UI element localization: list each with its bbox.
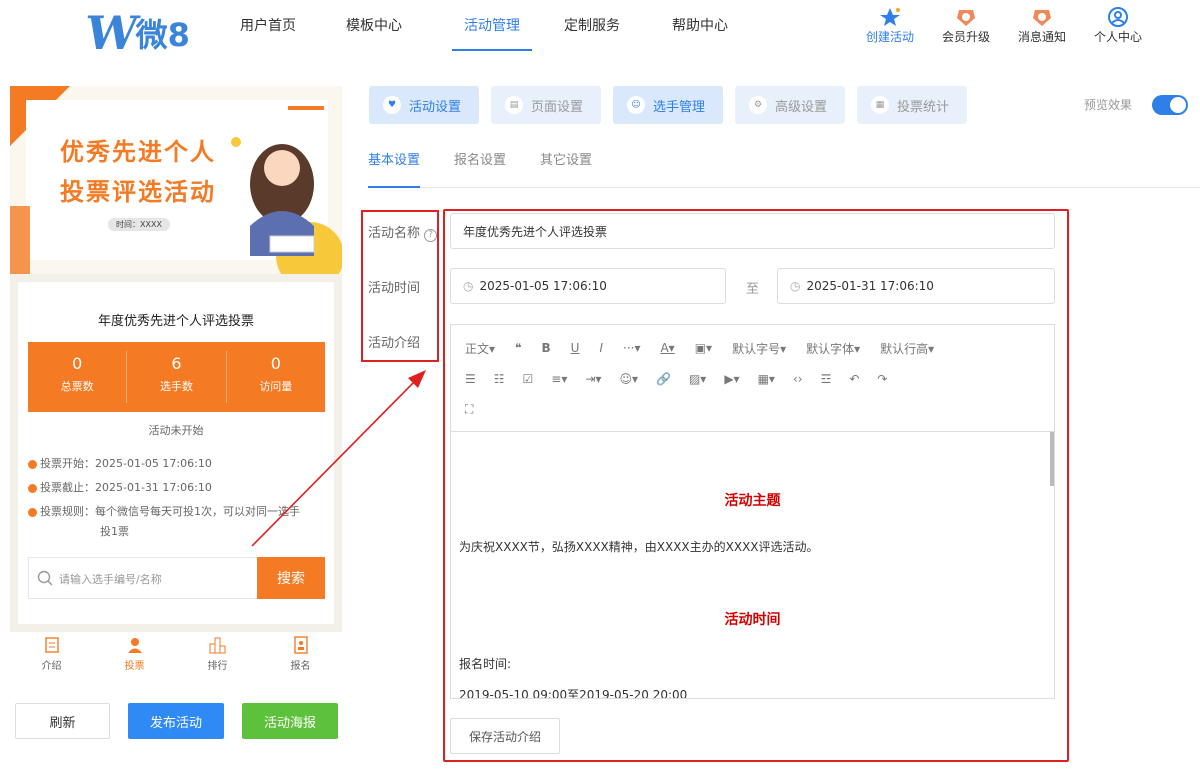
activity-title: 年度优秀先进个人评选投票	[97, 314, 254, 329]
activity-banner: 优秀先进个人 投票评选活动 时间：XXXX	[10, 86, 342, 274]
user-icon	[1080, 6, 1156, 28]
annotation-arrow	[251, 370, 426, 547]
logo-text: 微8	[135, 16, 190, 54]
dot-icon	[28, 507, 37, 517]
banner-title-line2: 投票评选活动	[60, 178, 216, 206]
logo-mark: W	[82, 6, 136, 60]
notifications-button[interactable]: 消息通知	[1004, 6, 1080, 45]
preview-toggle[interactable]	[1152, 95, 1188, 115]
contestant-icon: ☺	[627, 96, 645, 114]
main-nav: 用户首页 模板中心 活动管理 定制服务 帮助中心	[238, 0, 730, 52]
advanced-icon: ⚙	[749, 96, 767, 114]
tab-vote[interactable]: 投票	[93, 632, 176, 676]
tab-activity-settings[interactable]: ♥ 活动设置	[369, 86, 479, 124]
subtab-basic[interactable]: 基本设置	[368, 150, 421, 188]
dot-icon	[28, 483, 37, 493]
preview-tabbar: 介绍 投票 排行 报名	[10, 632, 342, 676]
search-input[interactable]: 请输入选手编号/名称	[59, 571, 162, 587]
signup-icon	[293, 636, 308, 654]
vote-start: 投票开始：2025-01-05 17:06:10	[28, 452, 212, 476]
create-activity-button[interactable]: 创建活动	[852, 6, 928, 45]
tab-signup[interactable]: 报名	[259, 632, 342, 676]
document-icon	[44, 637, 59, 653]
search-icon	[37, 570, 53, 586]
dot-icon	[28, 459, 37, 469]
stat-total-votes: 0 总票数	[28, 351, 128, 403]
tab-advanced-settings[interactable]: ⚙ 高级设置	[735, 86, 845, 124]
nav-custom-service[interactable]: 定制服务	[562, 1, 622, 51]
crown-icon	[928, 6, 1004, 28]
contestant-search: 请输入选手编号/名称 搜索	[28, 557, 325, 599]
tab-contestant-management[interactable]: ☺ 选手管理	[613, 86, 723, 124]
subtab-signup[interactable]: 报名设置	[454, 150, 506, 188]
nav-activity-management[interactable]: 活动管理	[452, 1, 532, 51]
refresh-button[interactable]: 刷新	[15, 703, 110, 739]
member-upgrade-button[interactable]: 会员升级	[928, 6, 1004, 45]
stat-contestants: 6 选手数	[127, 351, 227, 403]
logo[interactable]: W 微8	[82, 6, 190, 60]
annotation-form-box	[443, 209, 1069, 762]
page-icon: ▤	[505, 96, 523, 114]
person-icon	[127, 638, 142, 653]
sub-tabs: 基本设置 报名设置 其它设置	[368, 150, 1200, 188]
subtab-other[interactable]: 其它设置	[540, 150, 592, 188]
settings-tabs: ♥ 活动设置 ▤ 页面设置 ☺ 选手管理 ⚙ 高级设置 ▦ 投票统计	[369, 86, 967, 124]
tab-page-settings[interactable]: ▤ 页面设置	[491, 86, 601, 124]
header-actions: 创建活动 会员升级 消息通知 个人中心	[852, 6, 1156, 45]
tab-ranking[interactable]: 排行	[176, 632, 259, 676]
banner-time: 时间：XXXX	[108, 218, 170, 231]
vote-end: 投票截止：2025-01-31 17:06:10	[28, 476, 212, 500]
publish-button[interactable]: 发布活动	[128, 703, 224, 739]
star-icon	[852, 6, 928, 28]
ranking-icon	[209, 637, 225, 654]
chart-icon: ▦	[871, 96, 889, 114]
nav-home[interactable]: 用户首页	[238, 1, 298, 51]
preview-label: 预览效果	[1084, 98, 1133, 112]
user-center-button[interactable]: 个人中心	[1080, 6, 1156, 45]
search-button[interactable]: 搜索	[257, 557, 325, 599]
nav-templates[interactable]: 模板中心	[344, 1, 404, 51]
banner-title-line1: 优秀先进个人	[60, 138, 216, 166]
poster-button[interactable]: 活动海报	[242, 703, 338, 739]
heart-icon: ♥	[383, 96, 401, 114]
tab-intro[interactable]: 介绍	[10, 632, 93, 676]
tab-vote-statistics[interactable]: ▦ 投票统计	[857, 86, 967, 124]
annotation-labels-box	[361, 210, 439, 362]
bell-icon	[1004, 6, 1080, 28]
nav-help[interactable]: 帮助中心	[670, 1, 730, 51]
